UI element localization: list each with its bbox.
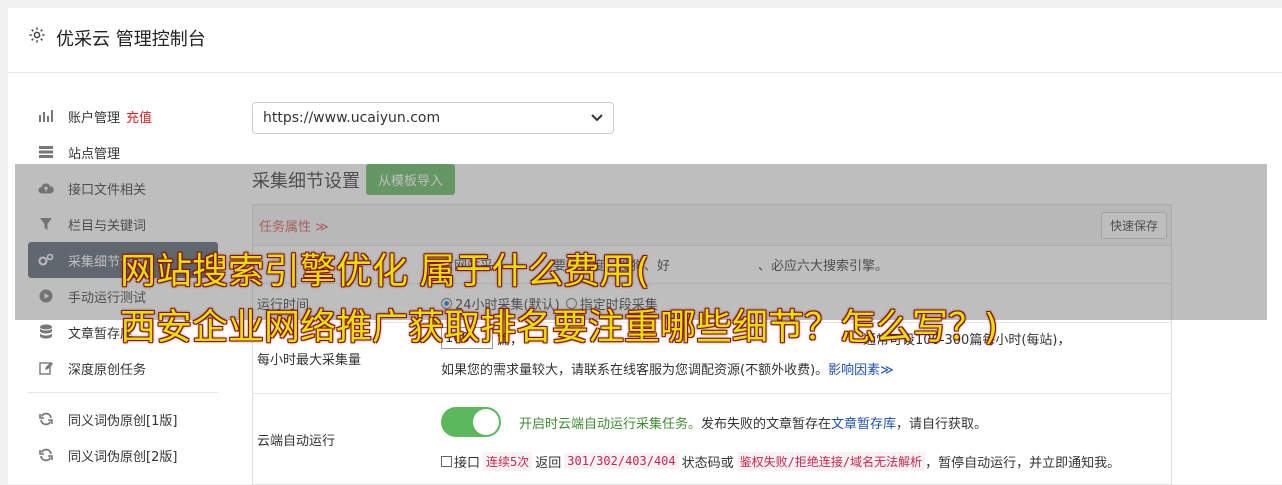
database-icon: [38, 324, 54, 340]
gear-icon: [29, 27, 45, 43]
sidebar-item-label: 同义词伪原创[2版]: [68, 449, 178, 465]
overlay-text-line-1: 网站搜索引擎优化 属于什么费用(: [120, 251, 650, 292]
pause-on-error-checkbox[interactable]: [441, 455, 452, 467]
site-select-value: https://www.ucaiyun.com: [263, 110, 441, 126]
cloud-text-2: 状态码或: [681, 455, 734, 471]
sidebar-divider: [28, 392, 218, 393]
impact-factors-link[interactable]: 影响因素≫: [828, 359, 894, 378]
overlay-banner: [15, 164, 1267, 320]
row-cloud: 云端自动运行 开启时云端自动运行采集任务。 发布失败的文章暂存在 文章暂存库 ，…: [253, 394, 1171, 484]
rate-text-3: 如果您的需求量较大，请联系在线客服为您调配资源(不额外收费)。: [441, 362, 829, 378]
row-value: 开启时云端自动运行采集任务。 发布失败的文章暂存在 文章暂存库 ，请自行获取。 …: [441, 394, 1171, 484]
cloud-line-2: 接口 连续5次 返回 301/302/403/404 状态码或 鉴权失败/拒绝连…: [441, 450, 1171, 472]
cloud-desc-green: 开启时云端自动运行采集任务。: [519, 416, 702, 432]
cloud-auto-run-toggle[interactable]: [441, 407, 501, 437]
recharge-link[interactable]: 充值: [126, 107, 152, 126]
sidebar-item-label: 同义词伪原创[1版]: [68, 413, 178, 429]
article-store-link[interactable]: 文章暂存库: [831, 413, 896, 432]
cloud-desc-2: ，请自行获取。: [896, 416, 988, 432]
code-errors: 鉴权失败/拒绝连接/域名无法解析: [736, 451, 926, 471]
refresh-icon: [38, 411, 54, 427]
page-title: 优采云 管理控制台: [56, 29, 206, 50]
server-icon: [38, 144, 54, 160]
sidebar-item-label: 站点管理: [68, 146, 121, 162]
bar-chart-icon: [38, 108, 54, 124]
cloud-desc-1: 发布失败的文章暂存在: [701, 416, 832, 432]
cb-prefix: 接口: [454, 455, 481, 471]
code-consecutive: 连续5次: [483, 451, 533, 471]
rate-line-2: 如果您的需求量较大，请联系在线客服为您调配资源(不额外收费)。 影响因素≫: [441, 357, 1171, 379]
refresh-icon: [38, 447, 54, 463]
sidebar-item-label: 深度原创任务: [68, 362, 147, 378]
cloud-line-1: 开启时云端自动运行采集任务。 发布失败的文章暂存在 文章暂存库 ，请自行获取。: [441, 406, 1171, 438]
sidebar-item-label: 账户管理: [68, 110, 121, 126]
cloud-text-3: ，暂停自动运行，并立即通知我。: [925, 455, 1121, 471]
sidebar-item-synonym-v2[interactable]: 同义词伪原创[2版]: [28, 437, 218, 473]
code-status: 301/302/403/404: [564, 453, 679, 469]
cloud-label: 云端自动运行: [257, 433, 336, 449]
cloud-text-1: 返回: [535, 455, 562, 471]
chevron-down-icon: [591, 110, 603, 126]
sidebar-item-synonym-v1[interactable]: 同义词伪原创[1版]: [28, 401, 218, 437]
sidebar-item-deep-original[interactable]: 深度原创任务: [28, 350, 218, 386]
overlay-text-line-2: 西安企业网络推广获取排名要注重哪些细节？怎么写？): [120, 307, 999, 348]
site-select[interactable]: https://www.ucaiyun.com: [252, 102, 614, 134]
header: 优采云 管理控制台: [8, 8, 1282, 73]
sidebar-item-account[interactable]: 账户管理 充值: [28, 98, 218, 134]
edit-icon: [38, 360, 54, 376]
